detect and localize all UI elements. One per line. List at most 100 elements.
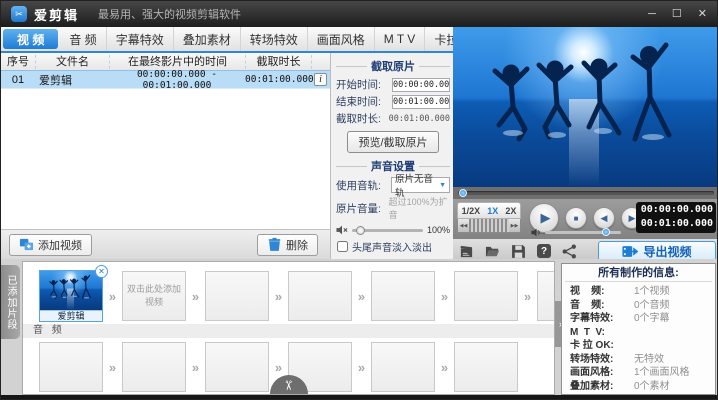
tab-video[interactable]: 视 频: [3, 29, 58, 49]
audio-track-section-label: 音 频: [23, 324, 554, 338]
end-time-input[interactable]: [392, 95, 450, 109]
header-filename: 文件名: [35, 55, 109, 69]
start-time-input[interactable]: [392, 78, 450, 92]
row-duration: 00:01:00.000: [245, 74, 311, 85]
info-icon[interactable]: i: [314, 73, 327, 86]
info-row: M T V:: [562, 326, 715, 340]
seek-bar[interactable]: [453, 187, 718, 199]
info-row: 叠加素材:0个素材: [562, 380, 715, 394]
empty-video-slot[interactable]: [537, 271, 555, 321]
header-no: 序号: [1, 55, 35, 69]
row-time: 00:00:00.000 - 00:01:00.000: [109, 69, 245, 91]
tab-mtv[interactable]: M T V: [375, 27, 426, 51]
stop-button[interactable]: ■: [565, 207, 587, 229]
delete-label: 删除: [286, 237, 308, 253]
scissors-icon: ✂: [280, 380, 297, 391]
audio-track-dropdown[interactable]: 原片无音轨 ▼: [391, 177, 450, 193]
share-icon[interactable]: [562, 244, 577, 259]
speed-1x-button[interactable]: 1X: [487, 206, 498, 216]
audio-track-label: 使用音轨:: [336, 178, 389, 193]
app-title: 爱剪辑: [34, 5, 79, 24]
app-subtitle: 最易用、强大的视频剪辑软件: [98, 6, 241, 22]
chevron-icon: »: [269, 360, 288, 375]
time-current: 00:00:00.000: [639, 203, 713, 217]
export-icon: [622, 245, 638, 258]
jog-forward-button[interactable]: ▶▶: [509, 219, 520, 232]
maximize-button[interactable]: ☐: [672, 1, 682, 27]
chevron-icon: »: [435, 360, 454, 375]
info-row: 卡 拉 OK:: [562, 339, 715, 353]
tab-transition-effects[interactable]: 转场特效: [241, 27, 308, 51]
empty-audio-slot[interactable]: [39, 342, 103, 392]
jog-back-button[interactable]: ◀◀: [458, 219, 469, 232]
empty-video-slot[interactable]: [454, 271, 518, 321]
speed-half-button[interactable]: 1/2X: [462, 206, 481, 216]
close-button[interactable]: ✕: [698, 1, 707, 27]
export-video-label: 导出视频: [643, 243, 691, 260]
remove-clip-icon[interactable]: ✕: [95, 265, 108, 278]
fade-checkbox[interactable]: [337, 241, 348, 252]
clip-section-title: 截取原片: [336, 58, 450, 74]
titlebar: ✂ 爱剪辑 最易用、强大的视频剪辑软件 ─ ☐ ✕: [1, 1, 717, 27]
chevron-icon: »: [352, 289, 371, 304]
empty-video-slot[interactable]: [371, 271, 435, 321]
chevron-icon: »: [103, 289, 122, 304]
mtv-clapper-icon[interactable]: [459, 244, 474, 259]
tab-audio[interactable]: 音 频: [60, 27, 106, 51]
volume-label: 原片音量:: [336, 201, 387, 216]
add-video-label: 添加视频: [38, 237, 82, 253]
minimize-button[interactable]: ─: [648, 1, 656, 27]
chevron-icon: »: [103, 360, 122, 375]
video-preview[interactable]: [453, 27, 718, 187]
row-no: 01: [1, 74, 35, 86]
added-clips-tab[interactable]: 已添加片段: [1, 265, 20, 339]
window-frame-bottom: [1, 395, 717, 399]
empty-video-slot[interactable]: [205, 271, 269, 321]
preview-clip-button[interactable]: 预览/截取原片: [347, 131, 438, 153]
player-controls: 1/2X 1X 2X ◀◀ ▶▶ ▶ ■ ◀ ▶ 00:00:00.000 00…: [453, 199, 718, 239]
tab-overlay-materials[interactable]: 叠加素材: [174, 27, 241, 51]
clip-thumbnail[interactable]: ✕ 爱剪辑: [39, 270, 103, 322]
player-volume-slider[interactable]: [545, 231, 621, 234]
add-video-button[interactable]: 添加视频: [9, 234, 92, 256]
timeline-panel: ✕ 爱剪辑 » 双击此处添加视频 » » » » » 音 频: [22, 261, 555, 395]
volume-slider-handle[interactable]: [356, 226, 365, 235]
table-row[interactable]: 01 爱剪辑 00:00:00.000 - 00:01:00.000 00:01…: [1, 71, 330, 89]
info-row: 转场特效:无特效: [562, 353, 715, 367]
empty-audio-slot[interactable]: [122, 342, 186, 392]
empty-audio-slot[interactable]: [454, 342, 518, 392]
speed-2x-button[interactable]: 2X: [505, 206, 516, 216]
delete-button[interactable]: 删除: [257, 234, 318, 256]
fade-label: 头尾声音淡入淡出: [352, 239, 432, 254]
empty-audio-slot[interactable]: [205, 342, 269, 392]
seek-handle[interactable]: [459, 189, 467, 197]
open-folder-icon[interactable]: [485, 244, 500, 259]
add-clip-hint: 双击此处添加视频: [123, 283, 185, 310]
tab-picture-style[interactable]: 画面风格: [308, 27, 375, 51]
main-tabbar: 视 频 音 频 字幕特效 叠加素材 转场特效 画面风格 M T V 卡拉OK 升…: [1, 27, 463, 53]
prev-frame-button[interactable]: ◀: [593, 207, 615, 229]
app-window: ✂ 爱剪辑 最易用、强大的视频剪辑软件 ─ ☐ ✕ 视 频 音 频 字幕特效 叠…: [0, 0, 718, 400]
timeline-area: 已添加片段 ✕ 爱剪辑 » 双击此处添加视频 » » » » »: [1, 259, 718, 400]
export-video-button[interactable]: 导出视频: [598, 241, 716, 261]
jog-wheel[interactable]: [469, 219, 509, 232]
time-total: 00:01:00.000: [639, 217, 713, 231]
muted-speaker-icon: [336, 225, 348, 235]
clip-duration-value: 00:01:00.000: [389, 114, 450, 124]
save-icon[interactable]: [511, 244, 526, 259]
help-icon[interactable]: ?: [537, 244, 551, 258]
info-row: 音 频:0个音频: [562, 299, 715, 313]
volume-value: 100%: [427, 225, 450, 235]
chevron-down-icon: ▼: [439, 182, 446, 189]
header-time: 在最终影片中的时间: [109, 55, 245, 69]
volume-slider[interactable]: [352, 229, 423, 232]
row-filename: 爱剪辑: [35, 72, 109, 88]
empty-video-slot[interactable]: [288, 271, 352, 321]
volume-hint: 超过100%为扩音: [389, 195, 450, 221]
add-clip-slot[interactable]: 双击此处添加视频: [122, 271, 186, 321]
clip-duration-label: 截取时长:: [336, 111, 387, 126]
player-volume-handle[interactable]: [602, 228, 610, 236]
empty-audio-slot[interactable]: [371, 342, 435, 392]
tab-subtitle-effects[interactable]: 字幕特效: [107, 27, 174, 51]
table-toolbar: 添加视频 删除: [1, 229, 331, 259]
